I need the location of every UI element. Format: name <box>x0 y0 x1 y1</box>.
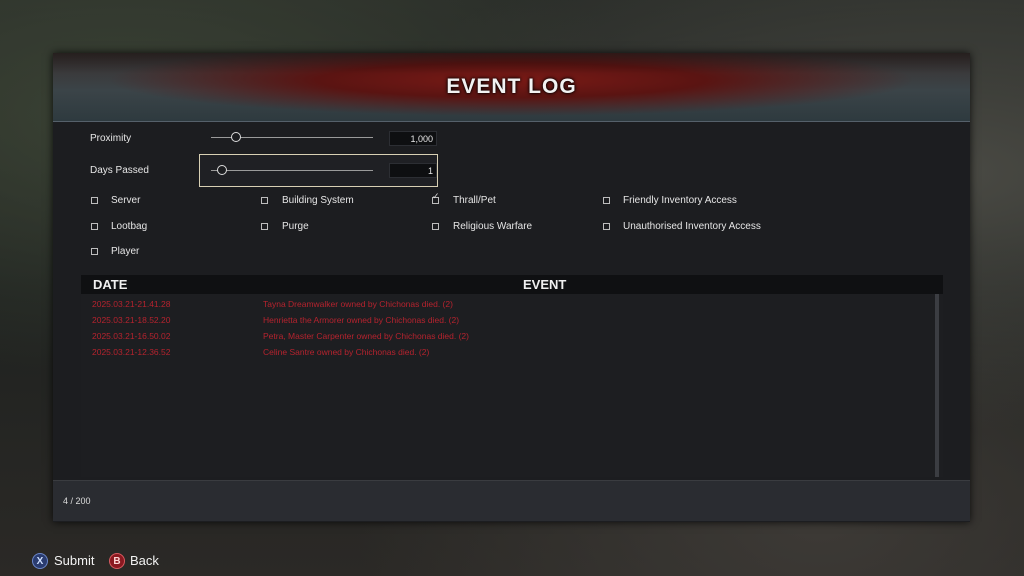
event-count: 4 / 200 <box>63 496 91 506</box>
checkbox-label-friendly-inventory-access: Friendly Inventory Access <box>623 195 737 206</box>
event-list[interactable]: 2025.03.21-21.41.28 Tayna Dreamwalker ow… <box>81 294 943 477</box>
days-passed-slider-handle[interactable] <box>217 165 227 175</box>
checkbox-purge[interactable] <box>261 223 268 230</box>
checkbox-friendly-inventory-access[interactable] <box>603 197 610 204</box>
b-button-icon: B <box>109 553 125 569</box>
checkbox-building-system[interactable] <box>261 197 268 204</box>
proximity-label: Proximity <box>90 133 132 144</box>
event-list-scrollbar[interactable] <box>935 294 939 477</box>
proximity-slider-handle[interactable] <box>231 132 241 142</box>
row-event: Petra, Master Carpenter owned by Chichon… <box>263 331 469 341</box>
x-button-icon: X <box>32 553 48 569</box>
checkbox-religious-warfare[interactable] <box>432 223 439 230</box>
row-event: Celine Santre owned by Chichonas died. (… <box>263 347 430 357</box>
column-header-date: DATE <box>93 277 128 292</box>
checkbox-unauthorised-inventory-access[interactable] <box>603 223 610 230</box>
checkbox-thrall-pet[interactable] <box>432 192 440 204</box>
row-event: Henrietta the Armorer owned by Chichonas… <box>263 315 460 325</box>
panel-footer: 4 / 200 <box>53 480 970 521</box>
row-date: 2025.03.21-12.36.52 <box>92 347 171 357</box>
row-date: 2025.03.21-21.41.28 <box>92 299 171 309</box>
days-passed-slider-track[interactable] <box>211 170 373 171</box>
row-date: 2025.03.21-16.50.02 <box>92 331 171 341</box>
column-header-event: EVENT <box>523 277 567 292</box>
row-event: Tayna Dreamwalker owned by Chichonas die… <box>263 299 453 309</box>
submit-label: Submit <box>54 553 95 568</box>
checkbox-label-lootbag: Lootbag <box>111 221 148 232</box>
checkbox-player[interactable] <box>91 248 98 255</box>
panel-header: EVENT LOG <box>53 53 970 122</box>
days-passed-value-field[interactable]: 1 <box>389 163 437 178</box>
event-log-panel: EVENT LOG Proximity 1,000 Days Passed 1 … <box>53 53 970 522</box>
checkbox-label-unauthorised-inventory-access: Unauthorised Inventory Access <box>623 221 761 232</box>
checkbox-label-building-system: Building System <box>282 195 354 206</box>
event-table-header: DATE EVENT <box>81 275 943 294</box>
checkbox-label-thrall-pet: Thrall/Pet <box>453 195 496 206</box>
proximity-value-field[interactable]: 1,000 <box>389 131 437 146</box>
days-passed-label: Days Passed <box>90 165 149 176</box>
back-label: Back <box>130 553 159 568</box>
checkbox-label-player: Player <box>111 246 140 257</box>
checkbox-label-purge: Purge <box>282 221 309 232</box>
page-title: EVENT LOG <box>446 75 577 98</box>
row-date: 2025.03.21-18.52.20 <box>92 315 171 325</box>
checkbox-lootbag[interactable] <box>91 223 98 230</box>
checkbox-label-religious-warfare: Religious Warfare <box>453 221 533 232</box>
checkbox-label-server: Server <box>111 195 141 206</box>
checkbox-server[interactable] <box>91 197 98 204</box>
